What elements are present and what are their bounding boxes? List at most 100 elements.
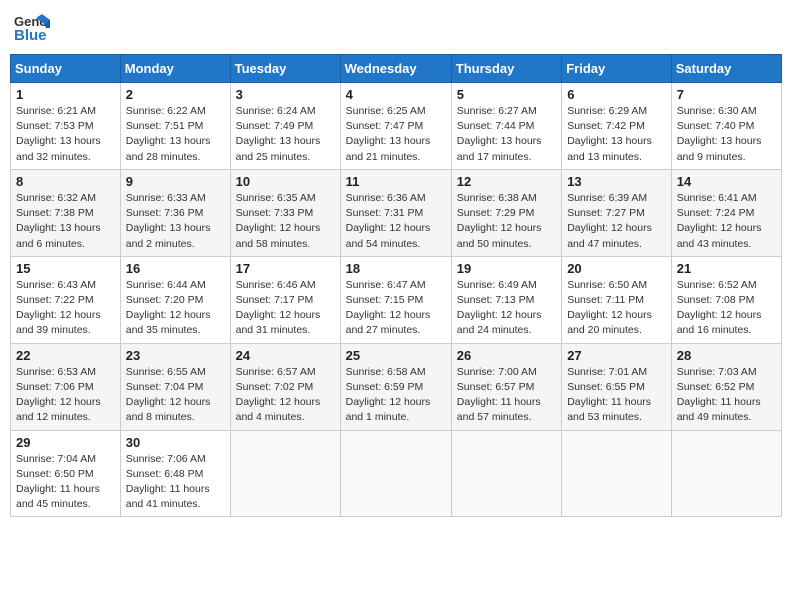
day-number: 30 [126,435,225,450]
day-number: 4 [346,87,446,102]
calendar-cell [451,430,561,517]
calendar-cell [230,430,340,517]
calendar-cell: 11 Sunrise: 6:36 AMSunset: 7:31 PMDayligh… [340,169,451,256]
weekday-header-sunday: Sunday [11,55,121,83]
day-detail: Sunrise: 6:50 AMSunset: 7:11 PMDaylight:… [567,278,666,339]
calendar-week-3: 15 Sunrise: 6:43 AMSunset: 7:22 PMDayligh… [11,256,782,343]
day-detail: Sunrise: 6:38 AMSunset: 7:29 PMDaylight:… [457,191,556,252]
calendar-cell: 29Sunrise: 7:04 AMSunset: 6:50 PMDayligh… [11,430,121,517]
day-number: 22 [16,348,115,363]
svg-text:Blue: Blue [14,27,47,44]
calendar-table: SundayMondayTuesdayWednesdayThursdayFrid… [10,54,782,517]
calendar-week-4: 22 Sunrise: 6:53 AMSunset: 7:06 PMDayligh… [11,343,782,430]
calendar-cell: 9Sunrise: 6:33 AMSunset: 7:36 PMDaylight… [120,169,230,256]
day-number: 23 [126,348,225,363]
day-number: 15 [16,261,115,276]
day-number: 5 [457,87,556,102]
calendar-cell: 24 Sunrise: 6:57 AMSunset: 7:02 PMDayligh… [230,343,340,430]
day-detail: Sunrise: 6:57 AMSunset: 7:02 PMDaylight:… [236,365,335,426]
day-detail: Sunrise: 6:27 AMSunset: 7:44 PMDaylight:… [457,104,556,165]
day-detail: Sunrise: 6:22 AMSunset: 7:51 PMDaylight:… [126,104,225,165]
calendar-cell [340,430,451,517]
day-number: 1 [16,87,115,102]
logo-icon: General Blue [14,10,50,46]
day-detail: Sunrise: 6:30 AMSunset: 7:40 PMDaylight:… [677,104,776,165]
day-number: 19 [457,261,556,276]
page-header: General Blue [10,10,782,46]
calendar-header-row: SundayMondayTuesdayWednesdayThursdayFrid… [11,55,782,83]
logo: General Blue [14,10,50,46]
day-detail: Sunrise: 7:00 AMSunset: 6:57 PMDaylight:… [457,365,556,426]
weekday-header-wednesday: Wednesday [340,55,451,83]
day-detail: Sunrise: 6:43 AMSunset: 7:22 PMDaylight:… [16,278,115,339]
day-number: 2 [126,87,225,102]
day-number: 13 [567,174,666,189]
calendar-cell: 28Sunrise: 7:03 AMSunset: 6:52 PMDayligh… [671,343,781,430]
day-number: 27 [567,348,666,363]
day-detail: Sunrise: 7:04 AMSunset: 6:50 PMDaylight:… [16,452,115,513]
day-detail: Sunrise: 6:25 AMSunset: 7:47 PMDaylight:… [346,104,446,165]
day-number: 7 [677,87,776,102]
day-number: 17 [236,261,335,276]
calendar-cell: 8 Sunrise: 6:32 AMSunset: 7:38 PMDaylight… [11,169,121,256]
day-detail: Sunrise: 6:21 AMSunset: 7:53 PMDaylight:… [16,104,115,165]
day-number: 11 [346,174,446,189]
day-detail: Sunrise: 6:44 AMSunset: 7:20 PMDaylight:… [126,278,225,339]
calendar-week-1: 1 Sunrise: 6:21 AMSunset: 7:53 PMDaylight… [11,83,782,170]
day-number: 24 [236,348,335,363]
calendar-cell: 18 Sunrise: 6:47 AMSunset: 7:15 PMDayligh… [340,256,451,343]
day-number: 8 [16,174,115,189]
calendar-cell: 20 Sunrise: 6:50 AMSunset: 7:11 PMDayligh… [562,256,672,343]
calendar-cell: 19 Sunrise: 6:49 AMSunset: 7:13 PMDayligh… [451,256,561,343]
day-detail: Sunrise: 6:36 AMSunset: 7:31 PMDaylight:… [346,191,446,252]
day-number: 9 [126,174,225,189]
day-number: 28 [677,348,776,363]
calendar-cell: 26 Sunrise: 7:00 AMSunset: 6:57 PMDayligh… [451,343,561,430]
day-number: 20 [567,261,666,276]
day-detail: Sunrise: 6:53 AMSunset: 7:06 PMDaylight:… [16,365,115,426]
calendar-cell [562,430,672,517]
calendar-week-2: 8 Sunrise: 6:32 AMSunset: 7:38 PMDaylight… [11,169,782,256]
day-detail: Sunrise: 6:49 AMSunset: 7:13 PMDaylight:… [457,278,556,339]
calendar-cell: 13 Sunrise: 6:39 AMSunset: 7:27 PMDayligh… [562,169,672,256]
calendar-cell: 7 Sunrise: 6:30 AMSunset: 7:40 PMDaylight… [671,83,781,170]
calendar-cell: 6Sunrise: 6:29 AMSunset: 7:42 PMDaylight… [562,83,672,170]
day-number: 21 [677,261,776,276]
calendar-cell [671,430,781,517]
calendar-cell: 21 Sunrise: 6:52 AMSunset: 7:08 PMDayligh… [671,256,781,343]
calendar-cell: 17 Sunrise: 6:46 AMSunset: 7:17 PMDayligh… [230,256,340,343]
day-number: 14 [677,174,776,189]
calendar-cell: 2 Sunrise: 6:22 AMSunset: 7:51 PMDaylight… [120,83,230,170]
calendar-cell: 23Sunrise: 6:55 AMSunset: 7:04 PMDayligh… [120,343,230,430]
day-number: 16 [126,261,225,276]
calendar-cell: 12 Sunrise: 6:38 AMSunset: 7:29 PMDayligh… [451,169,561,256]
calendar-cell: 15 Sunrise: 6:43 AMSunset: 7:22 PMDayligh… [11,256,121,343]
weekday-header-thursday: Thursday [451,55,561,83]
day-detail: Sunrise: 6:58 AMSunset: 6:59 PMDaylight:… [346,365,446,426]
weekday-header-friday: Friday [562,55,672,83]
day-number: 18 [346,261,446,276]
day-detail: Sunrise: 6:35 AMSunset: 7:33 PMDaylight:… [236,191,335,252]
day-detail: Sunrise: 6:29 AMSunset: 7:42 PMDaylight:… [567,104,666,165]
day-number: 26 [457,348,556,363]
day-detail: Sunrise: 7:06 AMSunset: 6:48 PMDaylight:… [126,452,225,513]
day-detail: Sunrise: 6:41 AMSunset: 7:24 PMDaylight:… [677,191,776,252]
day-detail: Sunrise: 6:32 AMSunset: 7:38 PMDaylight:… [16,191,115,252]
day-number: 10 [236,174,335,189]
day-detail: Sunrise: 6:47 AMSunset: 7:15 PMDaylight:… [346,278,446,339]
weekday-header-saturday: Saturday [671,55,781,83]
day-detail: Sunrise: 6:39 AMSunset: 7:27 PMDaylight:… [567,191,666,252]
calendar-cell: 4 Sunrise: 6:25 AMSunset: 7:47 PMDaylight… [340,83,451,170]
weekday-header-monday: Monday [120,55,230,83]
day-detail: Sunrise: 6:24 AMSunset: 7:49 PMDaylight:… [236,104,335,165]
calendar-cell: 5 Sunrise: 6:27 AMSunset: 7:44 PMDaylight… [451,83,561,170]
calendar-cell: 22 Sunrise: 6:53 AMSunset: 7:06 PMDayligh… [11,343,121,430]
calendar-cell: 25Sunrise: 6:58 AMSunset: 6:59 PMDayligh… [340,343,451,430]
calendar-cell: 16 Sunrise: 6:44 AMSunset: 7:20 PMDayligh… [120,256,230,343]
day-detail: Sunrise: 6:52 AMSunset: 7:08 PMDaylight:… [677,278,776,339]
day-detail: Sunrise: 6:46 AMSunset: 7:17 PMDaylight:… [236,278,335,339]
calendar-cell: 27Sunrise: 7:01 AMSunset: 6:55 PMDayligh… [562,343,672,430]
weekday-header-tuesday: Tuesday [230,55,340,83]
day-number: 3 [236,87,335,102]
day-number: 12 [457,174,556,189]
